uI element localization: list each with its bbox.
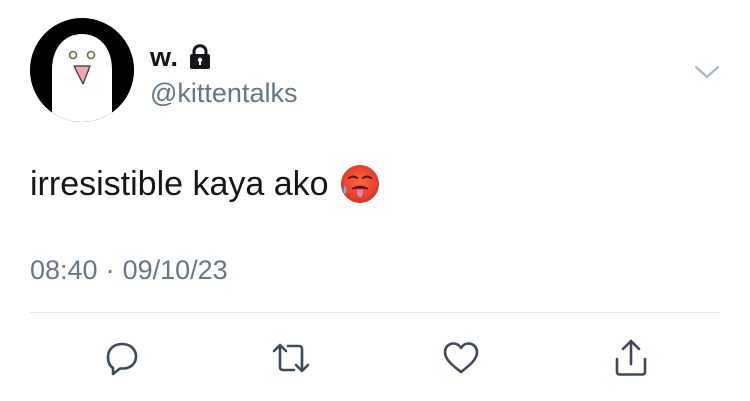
ghost-avatar-icon bbox=[30, 18, 134, 122]
display-name[interactable]: w. bbox=[150, 42, 211, 73]
lock-icon bbox=[189, 43, 211, 70]
share-button[interactable] bbox=[608, 335, 654, 381]
heart-icon bbox=[443, 342, 479, 374]
chevron-down-icon[interactable] bbox=[694, 63, 720, 81]
user-handle[interactable]: @kittentalks bbox=[150, 78, 297, 109]
tweet-timestamp[interactable]: 08:40 · 09/10/23 bbox=[30, 255, 228, 286]
share-icon bbox=[615, 339, 647, 376]
tweet-text-content: irresistible kaya ako bbox=[30, 164, 329, 203]
hot-face-emoji-icon bbox=[339, 163, 381, 205]
like-button[interactable] bbox=[438, 335, 484, 381]
retweet-icon bbox=[272, 343, 310, 373]
reply-icon bbox=[106, 342, 138, 376]
divider bbox=[30, 312, 720, 313]
retweet-button[interactable] bbox=[268, 335, 314, 381]
tweet-date: 09/10/23 bbox=[122, 255, 228, 285]
reply-button[interactable] bbox=[99, 335, 145, 381]
tweet-text: irresistible kaya ako bbox=[30, 163, 381, 205]
display-name-text: w. bbox=[150, 42, 179, 72]
avatar[interactable] bbox=[30, 18, 134, 122]
tweet-card: w. @kittentalks irresistible kaya ako 08… bbox=[0, 0, 750, 401]
tweet-time: 08:40 bbox=[30, 255, 98, 285]
action-bar bbox=[0, 335, 750, 381]
timestamp-separator: · bbox=[105, 255, 115, 285]
